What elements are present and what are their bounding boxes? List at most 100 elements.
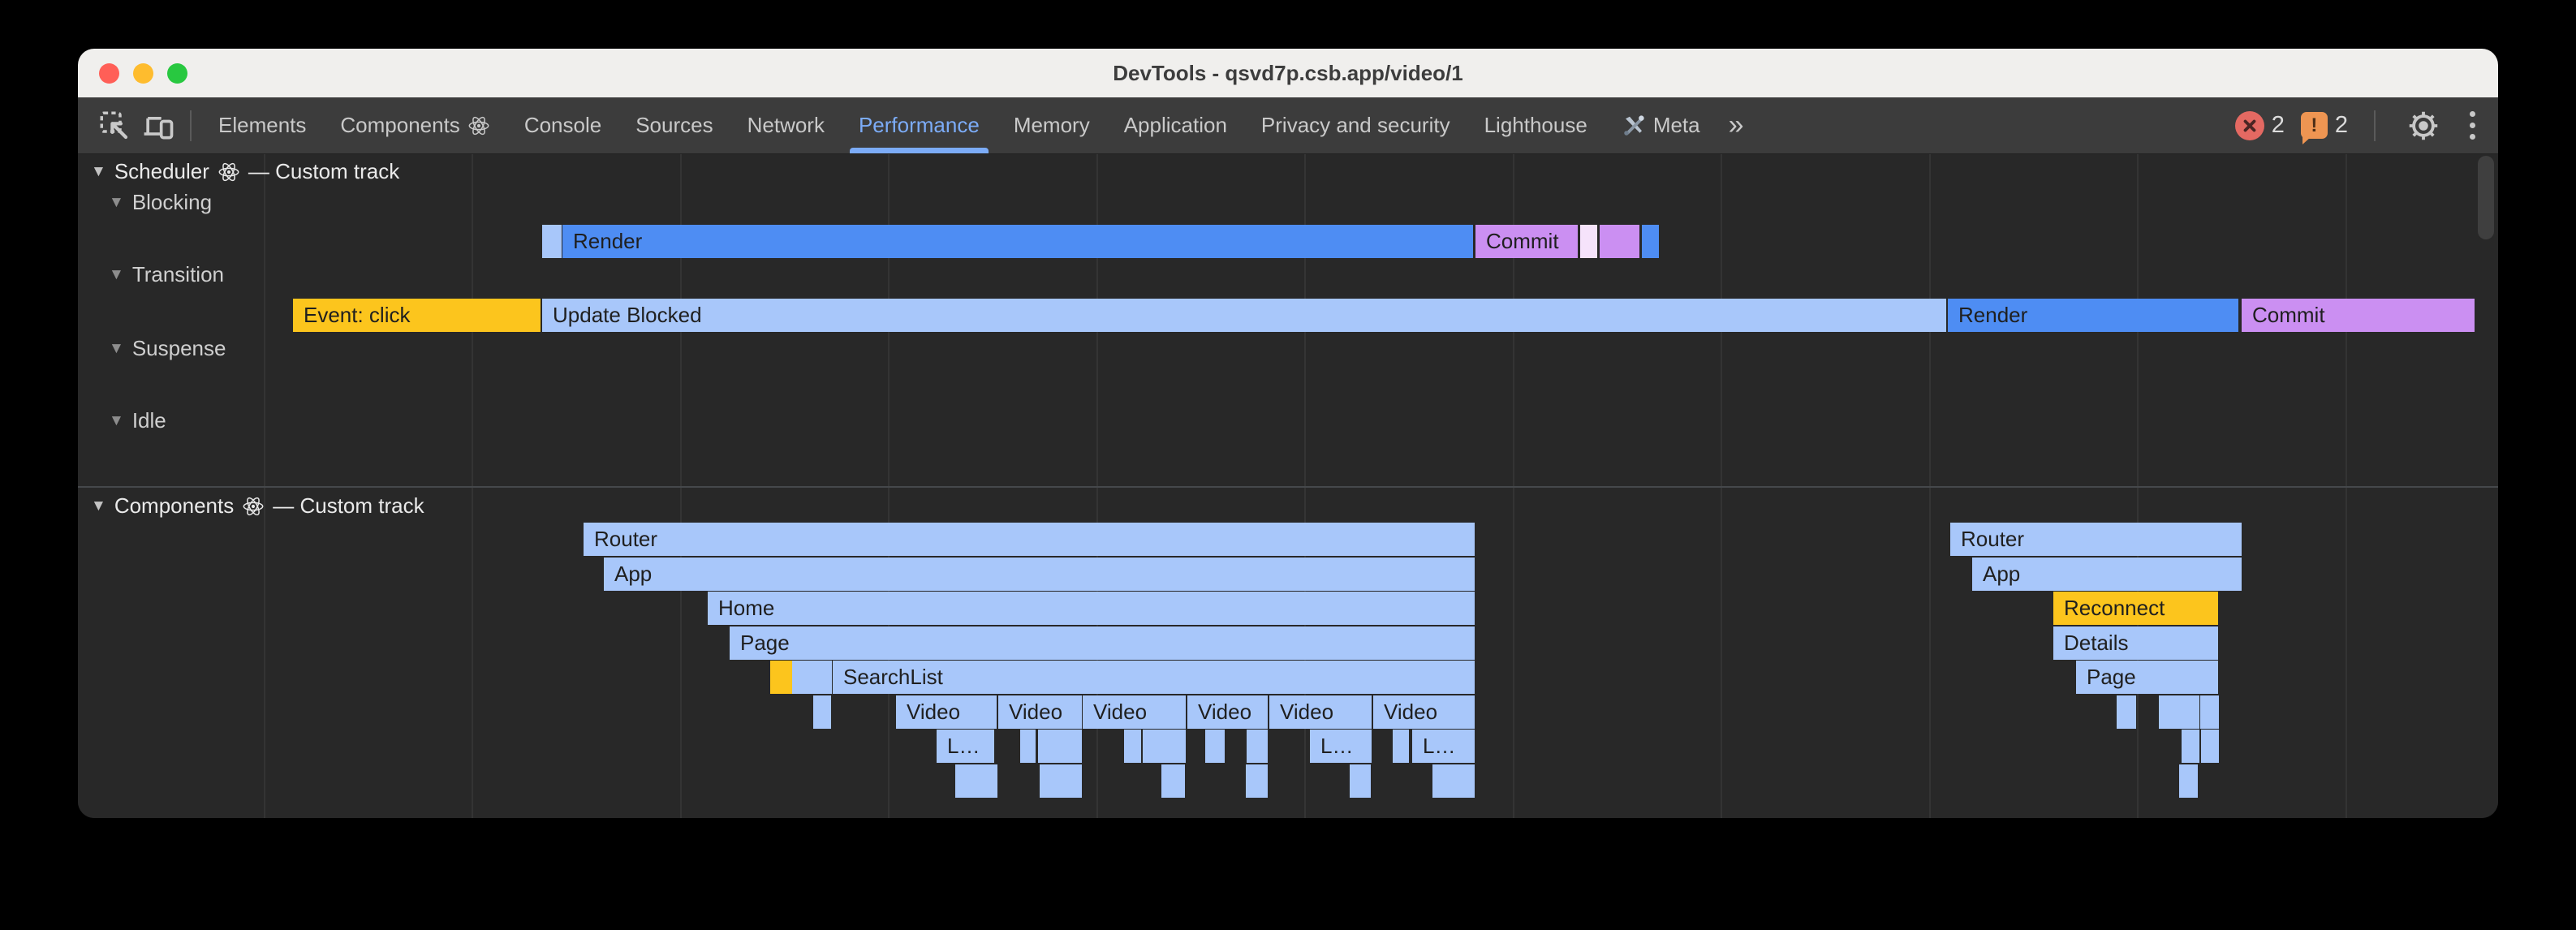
flame-bar[interactable]: [2200, 695, 2219, 729]
flame-bar[interactable]: [1432, 764, 1475, 798]
tab-components[interactable]: Components: [323, 97, 506, 153]
flame-bar-video[interactable]: Video: [1187, 695, 1268, 729]
flame-bar[interactable]: [2159, 695, 2199, 729]
flame-bar[interactable]: [1020, 730, 1036, 763]
flame-bar-video[interactable]: Video: [1269, 695, 1372, 729]
issues-badge[interactable]: ! 2: [2301, 112, 2348, 139]
tab-network[interactable]: Network: [730, 97, 842, 153]
titlebar: DevTools - qsvd7p.csb.app/video/1: [78, 49, 2498, 97]
flame-bar-video[interactable]: Video: [998, 695, 1082, 729]
flame-bar[interactable]: [1580, 225, 1597, 258]
tab-label: Network: [747, 113, 825, 138]
tab-label: Elements: [218, 113, 306, 138]
flame-bar[interactable]: [1642, 225, 1659, 258]
flame-bar[interactable]: [1600, 225, 1639, 258]
tab-label: Application: [1124, 113, 1227, 138]
scheduler-track-header[interactable]: ▼ Scheduler — Custom track: [91, 159, 399, 184]
tab-console[interactable]: Console: [507, 97, 618, 153]
flame-bar[interactable]: [1205, 730, 1225, 763]
react-icon: [467, 114, 490, 137]
device-toolbar-icon[interactable]: [136, 104, 180, 148]
performance-flame-chart[interactable]: ▼ Scheduler — Custom track ▼Blocking ▼Tra…: [78, 154, 2498, 818]
close-window-button[interactable]: [99, 63, 119, 84]
tab-meta[interactable]: Meta: [1605, 97, 1717, 153]
flame-bar[interactable]: [1161, 764, 1185, 798]
tab-label: Memory: [1014, 113, 1090, 138]
flame-bar-router[interactable]: Router: [584, 523, 1475, 556]
flame-bar[interactable]: [1393, 730, 1409, 763]
collapse-triangle-icon: ▼: [109, 194, 124, 212]
traffic-lights: [99, 49, 187, 97]
collapse-triangle-icon: ▼: [109, 340, 124, 358]
lane-label-transition[interactable]: ▼Transition: [109, 262, 224, 287]
components-track-header[interactable]: ▼ Components — Custom track: [91, 493, 424, 519]
flame-bar-page[interactable]: Page: [730, 626, 1475, 660]
zoom-window-button[interactable]: [167, 63, 187, 84]
flame-bar-searchlist[interactable]: SearchList: [833, 661, 1475, 694]
flame-bar-l-[interactable]: L…: [1310, 730, 1372, 763]
flame-bar[interactable]: [1143, 730, 1186, 763]
flame-bar-l-[interactable]: L…: [937, 730, 994, 763]
flame-bar-commit[interactable]: Commit: [1475, 225, 1578, 258]
flame-bar[interactable]: [2201, 730, 2219, 763]
flame-bar[interactable]: [2179, 764, 2198, 798]
flame-bar-render[interactable]: Render: [562, 225, 1473, 258]
flame-bar-app[interactable]: App: [1972, 558, 2242, 591]
tab-privacy-and-security[interactable]: Privacy and security: [1244, 97, 1467, 153]
flame-bar[interactable]: [770, 661, 792, 694]
flame-bar-video[interactable]: Video: [1083, 695, 1186, 729]
flame-bar-event-click[interactable]: Event: click: [293, 299, 541, 332]
tab-memory[interactable]: Memory: [997, 97, 1107, 153]
tab-lighthouse[interactable]: Lighthouse: [1467, 97, 1605, 153]
tab-sources[interactable]: Sources: [618, 97, 730, 153]
flame-bar-video[interactable]: Video: [1373, 695, 1475, 729]
flame-bar-page[interactable]: Page: [2076, 661, 2218, 694]
inspect-icon[interactable]: [93, 104, 136, 148]
flame-bar[interactable]: [542, 225, 562, 258]
flame-bar[interactable]: [1040, 764, 1082, 798]
flame-bar-commit[interactable]: Commit: [2242, 299, 2475, 332]
lane-label-suspense[interactable]: ▼Suspense: [109, 336, 226, 361]
flame-bar-update-blocked[interactable]: Update Blocked: [542, 299, 1946, 332]
flame-bar[interactable]: [955, 764, 997, 798]
flame-bar[interactable]: [1246, 764, 1268, 798]
lane-label-blocking[interactable]: ▼Blocking: [109, 190, 212, 215]
tab-elements[interactable]: Elements: [201, 97, 323, 153]
flame-bar-app[interactable]: App: [604, 558, 1475, 591]
flame-bar-render[interactable]: Render: [1948, 299, 2238, 332]
tab-application[interactable]: Application: [1107, 97, 1244, 153]
react-icon: [242, 495, 265, 518]
lane-label-idle[interactable]: ▼Idle: [109, 408, 166, 433]
flame-bar-video[interactable]: Video: [896, 695, 997, 729]
flame-bar-router[interactable]: Router: [1950, 523, 2242, 556]
flame-bar[interactable]: [1124, 730, 1141, 763]
tab-performance[interactable]: Performance: [842, 97, 997, 153]
gear-icon[interactable]: [2402, 104, 2445, 148]
console-error-badge[interactable]: 2: [2235, 111, 2285, 140]
tab-label: Console: [524, 113, 601, 138]
tab-label: Meta: [1653, 113, 1700, 138]
flame-bar[interactable]: [1247, 730, 1268, 763]
collapse-triangle-icon: ▼: [109, 266, 124, 284]
error-count: 2: [2272, 112, 2285, 139]
flame-bar[interactable]: [813, 695, 831, 729]
more-tabs-chevron[interactable]: »: [1717, 110, 1757, 141]
flame-bar-details[interactable]: Details: [2053, 626, 2218, 660]
flame-bar-home[interactable]: Home: [708, 592, 1475, 625]
vertical-scrollbar-thumb[interactable]: [2478, 156, 2494, 239]
window-title: DevTools - qsvd7p.csb.app/video/1: [1113, 61, 1463, 86]
minimize-window-button[interactable]: [133, 63, 153, 84]
flame-bar-reconnect[interactable]: Reconnect: [2053, 592, 2218, 625]
flame-bar-l-[interactable]: L…: [1412, 730, 1475, 763]
flame-bar[interactable]: [2182, 730, 2199, 763]
flame-bar[interactable]: [1038, 730, 1082, 763]
kebab-menu-icon[interactable]: [2462, 111, 2483, 140]
flame-bar[interactable]: [792, 661, 832, 694]
collapse-triangle-icon: ▼: [91, 497, 106, 515]
tab-label: Privacy and security: [1261, 113, 1450, 138]
custom-track-suffix: — Custom track: [248, 159, 399, 184]
collapse-triangle-icon: ▼: [91, 163, 106, 181]
flame-bar[interactable]: [1350, 764, 1371, 798]
devtools-window: DevTools - qsvd7p.csb.app/video/1 Elemen…: [78, 49, 2498, 818]
flame-bar[interactable]: [2117, 695, 2136, 729]
